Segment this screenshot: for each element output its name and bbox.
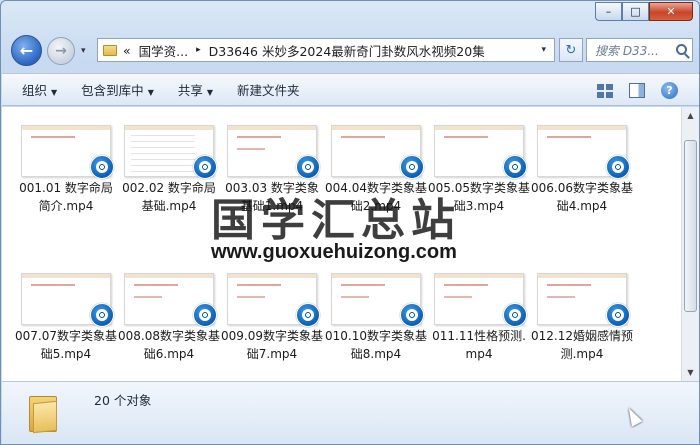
folder-icon xyxy=(103,44,117,56)
caret-down-icon: ▼ xyxy=(206,88,214,97)
forward-button[interactable]: → xyxy=(47,37,75,65)
video-player-icon xyxy=(400,155,424,179)
file-item[interactable]: 010.10数字类象基础8.mp4 xyxy=(325,273,428,383)
caret-down-icon: ▼ xyxy=(147,88,154,97)
file-item[interactable]: 001.01 数字命局简介.mp4 xyxy=(18,125,118,235)
breadcrumb-separator[interactable]: ▸ xyxy=(196,45,201,55)
scroll-thumb[interactable] xyxy=(684,140,697,312)
search-input[interactable]: 搜索 D33... xyxy=(586,38,693,62)
file-name: 008.08数字类象基础6.mp4 xyxy=(118,329,220,361)
arrow-right-icon: → xyxy=(55,43,67,59)
video-player-icon xyxy=(400,303,424,327)
video-player-icon xyxy=(296,155,320,179)
preview-pane-icon[interactable] xyxy=(629,83,645,98)
new-folder-button[interactable]: 新建文件夹 xyxy=(237,80,300,99)
file-item[interactable]: 011.11性格预测.mp4 xyxy=(431,273,531,383)
help-icon[interactable]: ? xyxy=(661,82,678,99)
maximize-button[interactable]: □ xyxy=(622,2,649,21)
search-icon xyxy=(676,44,687,55)
video-player-icon xyxy=(90,303,114,327)
file-item[interactable]: 002.02 数字命局基础.mp4 xyxy=(121,125,221,235)
file-name: 002.02 数字命局基础.mp4 xyxy=(122,181,216,213)
vertical-scrollbar[interactable]: ▲ ▼ xyxy=(681,107,699,381)
address-bar[interactable]: « 国学资... ▸ D33646 米妙多2024最新奇门卦数风水视频20集 ▾ xyxy=(97,38,555,62)
video-player-icon xyxy=(90,155,114,179)
refresh-icon: ↻ xyxy=(565,42,577,58)
details-pane: 20 个对象 xyxy=(2,381,699,444)
item-count: 20 个对象 xyxy=(94,393,152,408)
video-player-icon xyxy=(606,303,630,327)
video-player-icon xyxy=(503,303,527,327)
close-button[interactable]: ✕ xyxy=(649,2,693,21)
file-item[interactable]: 006.06数字类象基础4.mp4 xyxy=(531,125,634,235)
watermark-url: www.guoxuehuizong.com xyxy=(211,241,457,263)
breadcrumb-current[interactable]: D33646 米妙多2024最新奇门卦数风水视频20集 xyxy=(209,41,485,60)
recent-pages-dropdown[interactable]: ▾ xyxy=(81,46,86,56)
explorer-window: – □ ✕ ← → ▾ « 国学资... ▸ D33646 米妙多2024最新奇… xyxy=(0,0,700,445)
minimize-button[interactable]: – xyxy=(595,2,622,21)
video-player-icon xyxy=(296,303,320,327)
scroll-up-button[interactable]: ▲ xyxy=(682,107,699,124)
command-bar: 组织 ▼ 包含到库中 ▼ 共享 ▼ 新建文件夹 ? xyxy=(2,73,699,106)
caption-buttons: – □ ✕ xyxy=(595,2,693,22)
change-view-icon[interactable] xyxy=(597,83,613,98)
navigation-bar: ← → ▾ « 国学资... ▸ D33646 米妙多2024最新奇门卦数风水视… xyxy=(1,31,699,71)
view-controls: ? xyxy=(597,82,678,99)
scroll-down-button[interactable]: ▼ xyxy=(682,364,699,381)
file-item[interactable]: 007.07数字类象基础5.mp4 xyxy=(15,273,118,383)
search-placeholder: 搜索 D33... xyxy=(595,43,659,58)
file-name: 011.11性格预测.mp4 xyxy=(432,329,526,361)
breadcrumb-item[interactable]: 国学资... xyxy=(139,41,188,60)
file-item[interactable]: 008.08数字类象基础6.mp4 xyxy=(118,273,221,383)
watermark-text: 国学汇总站 xyxy=(211,195,461,246)
file-name: 010.10数字类象基础8.mp4 xyxy=(325,329,427,361)
file-name: 012.12婚姻感情预测.mp4 xyxy=(531,329,633,361)
share-menu[interactable]: 共享 ▼ xyxy=(178,80,213,99)
file-name: 001.01 数字命局简介.mp4 xyxy=(19,181,113,213)
include-in-library-menu[interactable]: 包含到库中 ▼ xyxy=(81,80,154,99)
back-button[interactable]: ← xyxy=(11,35,42,66)
address-dropdown[interactable]: ▾ xyxy=(541,45,546,55)
file-name: 009.09数字类象基础7.mp4 xyxy=(221,329,323,361)
caret-down-icon: ▼ xyxy=(51,88,58,97)
video-player-icon xyxy=(193,303,217,327)
folder-icon xyxy=(29,392,59,434)
file-item[interactable]: 009.09数字类象基础7.mp4 xyxy=(221,273,324,383)
file-name: 007.07数字类象基础5.mp4 xyxy=(15,329,117,361)
breadcrumb-overflow[interactable]: « xyxy=(123,43,131,58)
file-item[interactable]: 012.12婚姻感情预测.mp4 xyxy=(531,273,634,383)
organize-menu[interactable]: 组织 ▼ xyxy=(22,80,57,99)
file-name: 006.06数字类象基础4.mp4 xyxy=(531,181,633,213)
video-player-icon xyxy=(606,155,630,179)
video-player-icon xyxy=(193,155,217,179)
refresh-button[interactable]: ↻ xyxy=(559,38,583,62)
arrow-left-icon: ← xyxy=(19,41,34,60)
video-player-icon xyxy=(503,155,527,179)
